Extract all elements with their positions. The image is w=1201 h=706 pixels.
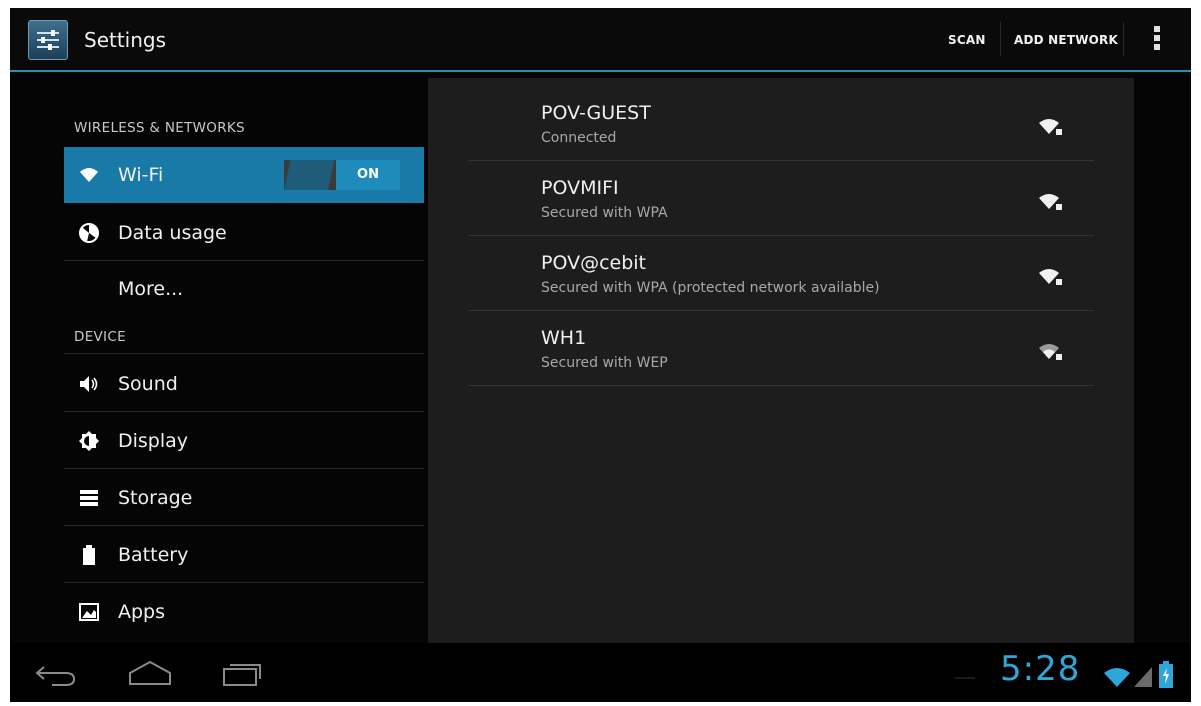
divider [64,525,424,526]
system-nav-bar: 5:28 [10,643,1191,702]
divider [1123,22,1124,56]
sidebar-item-label: Sound [118,373,178,395]
page-title: Settings [84,28,167,52]
data-usage-icon [78,222,100,244]
toggle-off-track [284,160,335,190]
recent-apps-icon[interactable] [220,659,264,687]
divider [64,582,424,583]
tablet-screen: Settings SCAN ADD NETWORK WIRELESS & NET… [10,8,1191,702]
sidebar-item-label: Display [118,430,189,452]
wifi-status-icon [1103,665,1131,689]
brightness-icon [78,430,100,452]
network-ssid: WH1 [541,327,587,349]
network-ssid: POV@cebit [541,252,647,274]
divider [64,353,424,354]
overflow-menu-icon[interactable] [1154,26,1160,54]
wifi-icon [78,164,100,186]
network-item[interactable]: POV-GUEST Connected [468,86,1094,161]
storage-icon [78,487,100,509]
scan-button[interactable]: SCAN [948,8,986,70]
network-ssid: POV-GUEST [541,102,651,124]
sidebar-item-label: Storage [118,487,193,509]
divider [1000,22,1001,56]
home-icon[interactable] [126,659,174,687]
network-item[interactable]: POVMIFI Secured with WPA [468,161,1094,236]
add-network-button[interactable]: ADD NETWORK [1014,8,1118,70]
sidebar-item-label: Data usage [118,222,227,244]
sidebar-item-apps[interactable]: Apps [64,584,424,640]
wifi-signal-locked-icon [1038,266,1064,288]
divider [468,385,1094,386]
sidebar-item-label: Battery [118,544,189,566]
apps-icon [78,601,100,623]
device-header-underline [64,298,424,354]
wifi-signal-locked-icon [1038,116,1064,138]
status-bar-divider [955,677,975,679]
cell-signal-icon [1132,665,1154,689]
network-status: Connected [541,130,617,146]
back-icon[interactable] [34,661,78,687]
sidebar-item-wifi[interactable]: Wi-Fi ON [64,147,424,203]
network-status: Secured with WPA [541,205,668,221]
sidebar-item-battery[interactable]: Battery [64,527,424,583]
divider [64,468,424,469]
wifi-network-list: POV-GUEST Connected POVMIFI Secured with… [428,78,1134,643]
network-status: Secured with WPA (protected network avai… [541,280,880,296]
toggle-on-label: ON [336,160,400,190]
sidebar-item-label: Wi-Fi [118,164,164,186]
sidebar-item-data-usage[interactable]: Data usage [64,205,424,261]
sidebar-item-storage[interactable]: Storage [64,470,424,526]
sidebar-item-label: Apps [118,601,166,623]
sidebar-item-sound[interactable]: Sound [64,356,424,412]
clock[interactable]: 5:28 [1000,649,1080,689]
wifi-toggle[interactable]: ON [284,160,400,190]
network-ssid: POVMIFI [541,177,619,199]
battery-icon [78,544,100,566]
settings-sliders-icon[interactable] [28,20,68,60]
network-item[interactable]: WH1 Secured with WEP [468,311,1094,386]
divider [64,411,424,412]
section-header-wireless: WIRELESS & NETWORKS [74,120,245,136]
network-status: Secured with WEP [541,355,668,371]
wifi-signal-locked-icon [1038,341,1064,363]
sidebar-item-display[interactable]: Display [64,413,424,469]
action-bar: Settings SCAN ADD NETWORK [10,8,1191,72]
wifi-signal-locked-icon [1038,191,1064,213]
network-item[interactable]: POV@cebit Secured with WPA (protected ne… [468,236,1094,311]
speaker-icon [78,373,100,395]
battery-charging-icon [1158,661,1174,689]
action-bar-divider [10,70,1191,72]
